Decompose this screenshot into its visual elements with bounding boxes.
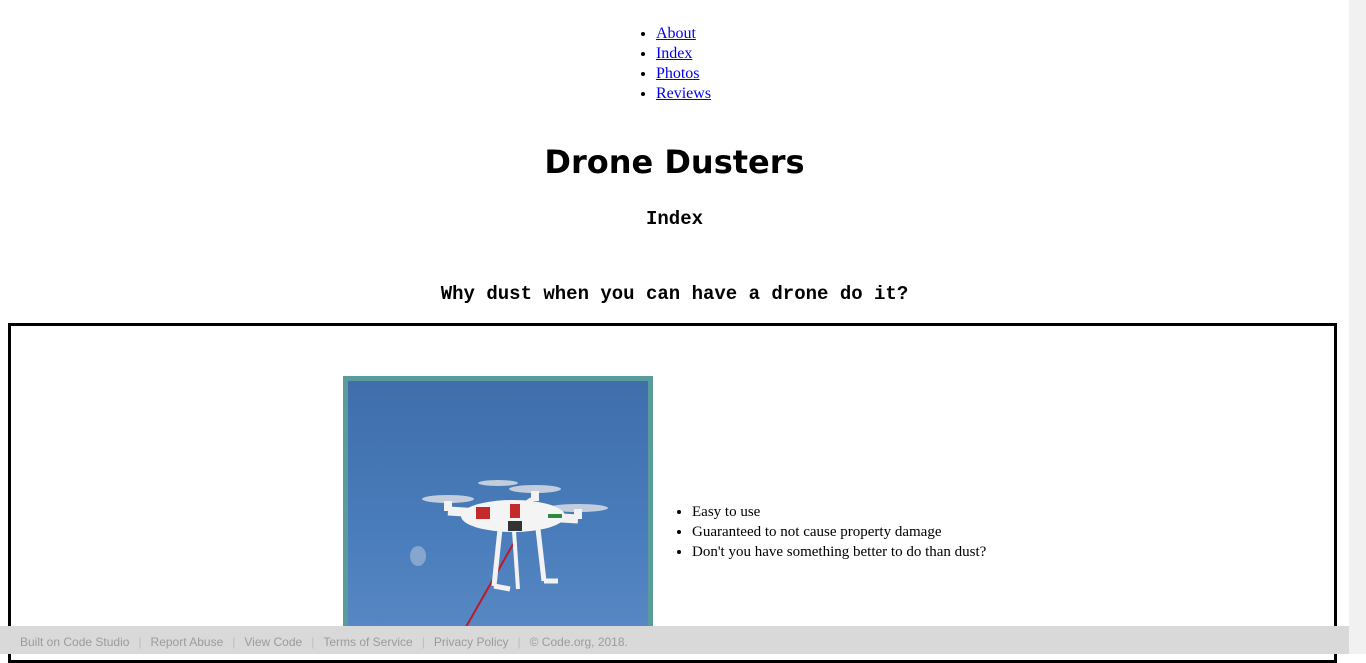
nav-item-index: Index [656, 44, 711, 64]
content-box [8, 323, 1337, 663]
nav-item-photos: Photos [656, 64, 711, 84]
drone-photo [348, 381, 648, 641]
footer-separator: | [232, 635, 236, 649]
footer-link-report-abuse[interactable]: Report Abuse [151, 635, 224, 649]
feature-list: Easy to use Guaranteed to not cause prop… [674, 502, 986, 562]
tagline: Why dust when you can have a drone do it… [440, 283, 909, 305]
nav-link-photos[interactable]: Photos [656, 65, 700, 82]
feature-item: Easy to use [692, 502, 986, 522]
page: About Index Photos Reviews Drone Dusters… [0, 0, 1349, 663]
drone-photo-frame [343, 376, 653, 641]
footer-separator: | [138, 635, 142, 649]
feature-item: Guaranteed to not cause property damage [692, 522, 986, 542]
footer-link-terms-of-service[interactable]: Terms of Service [323, 635, 412, 649]
nav-item-about: About [656, 24, 711, 44]
footer-link-view-code[interactable]: View Code [244, 635, 302, 649]
vertical-scrollbar[interactable] [1349, 0, 1366, 654]
feature-item: Don't you have something better to do th… [692, 542, 986, 562]
main-nav: About Index Photos Reviews [0, 24, 1349, 104]
site-title: Drone Dusters [544, 143, 805, 181]
nav-list: About Index Photos Reviews [638, 24, 711, 104]
footer-separator: | [421, 635, 425, 649]
page-heading: Index [645, 208, 703, 230]
footer-link-built-on-code-studio[interactable]: Built on Code Studio [20, 635, 129, 649]
nav-link-about[interactable]: About [656, 25, 696, 42]
footer: Built on Code Studio | Report Abuse | View C… [0, 626, 1349, 654]
footer-link-privacy-policy[interactable]: Privacy Policy [434, 635, 509, 649]
footer-link-copyright[interactable]: © Code.org, 2018. [530, 635, 628, 649]
footer-separator: | [517, 635, 521, 649]
nav-link-reviews[interactable]: Reviews [656, 85, 711, 102]
nav-item-reviews: Reviews [656, 84, 711, 104]
drone-illustration [410, 480, 608, 641]
nav-link-index[interactable]: Index [656, 45, 692, 62]
footer-separator: | [311, 635, 315, 649]
